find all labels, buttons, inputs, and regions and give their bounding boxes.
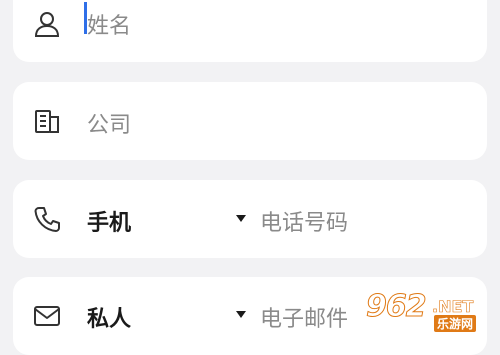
phone-number-input[interactable]: 电话号码 <box>260 205 348 237</box>
watermark-suffix: .NET <box>432 297 474 317</box>
phone-field-card[interactable]: 手机 电话号码 <box>13 180 487 258</box>
chevron-down-icon[interactable] <box>236 215 246 222</box>
phone-icon <box>32 204 62 234</box>
chevron-down-icon[interactable] <box>236 311 246 318</box>
company-field-card[interactable]: 公司 <box>13 82 487 160</box>
company-input[interactable]: 公司 <box>87 107 131 139</box>
watermark-logo: 962 .NET 乐游网 <box>362 289 494 332</box>
mail-icon <box>32 301 62 331</box>
email-type-label[interactable]: 私人 <box>87 301 131 333</box>
watermark-subtitle: 乐游网 <box>434 315 477 332</box>
phone-type-label[interactable]: 手机 <box>87 205 131 237</box>
name-field-card[interactable]: 姓名 <box>13 0 487 62</box>
email-input[interactable]: 电子邮件 <box>260 301 348 333</box>
person-icon <box>32 9 62 39</box>
name-input[interactable]: 姓名 <box>87 8 131 40</box>
watermark-number: 962 <box>366 289 428 325</box>
building-icon <box>32 106 62 136</box>
